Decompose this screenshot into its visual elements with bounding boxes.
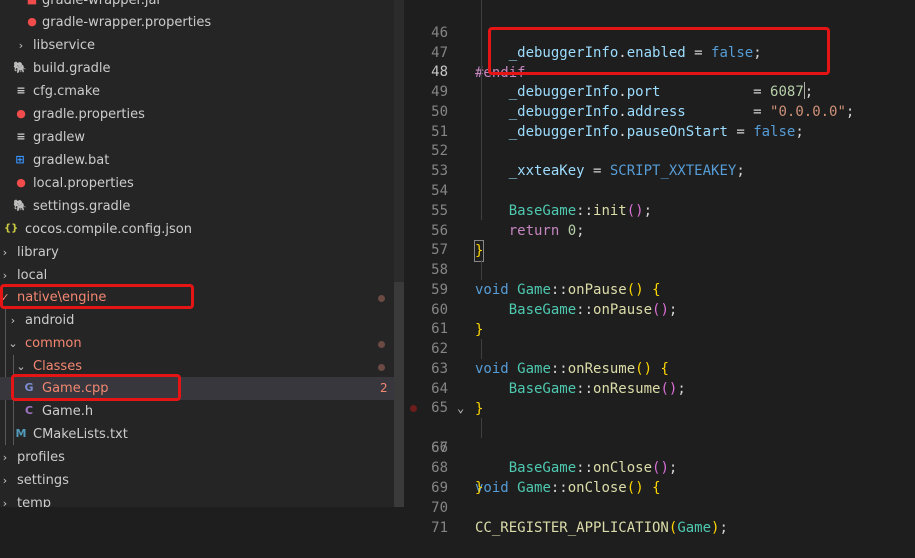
tree-item-local[interactable]: › local — [0, 264, 394, 287]
code-line: 71 — [431, 520, 448, 536]
fold-chevron-icon[interactable]: ⌄ — [457, 398, 464, 418]
code-editor[interactable]: 46 _debuggerInfo.enabled = false; 47 #en… — [404, 0, 915, 536]
indent-guide — [481, 418, 482, 438]
chevron-down-icon: ⌄ — [16, 360, 26, 373]
properties-file-icon: ● — [16, 176, 26, 189]
chevron-right-icon: › — [18, 39, 24, 52]
explorer-scrollbar[interactable] — [394, 0, 404, 507]
modified-dot — [378, 364, 385, 371]
properties-file-icon: ● — [27, 15, 37, 28]
tree-item-settings-gradle[interactable]: 🐘 settings.gradle — [0, 195, 394, 218]
chevron-down-icon: ✓ — [0, 291, 10, 304]
tree-item-gradle-wrapper-properties[interactable]: ● gradle-wrapper.properties — [0, 11, 394, 34]
problem-count-badge: 2 — [380, 381, 388, 395]
code-line: 65 — [431, 400, 448, 416]
tree-item-profiles[interactable]: › profiles — [0, 446, 394, 469]
code-line: 61 — [431, 321, 448, 337]
cmake-icon: M — [15, 427, 27, 440]
tree-item-gradle-properties[interactable]: ● gradle.properties — [0, 103, 394, 126]
tree-item-classes[interactable]: ⌄ Classes — [0, 355, 394, 378]
chevron-right-icon: › — [2, 497, 8, 507]
code-line: 69 — [431, 480, 448, 496]
properties-file-icon: ● — [16, 107, 26, 120]
tree-item-game-h[interactable]: C Game.h — [0, 400, 394, 423]
cpp-file-icon: G — [24, 381, 34, 394]
breakpoint-hint-icon[interactable] — [410, 405, 417, 412]
tree-item-settings[interactable]: › settings — [0, 469, 394, 492]
tree-item-local-properties[interactable]: ● local.properties — [0, 172, 394, 195]
json-icon: {} — [4, 223, 19, 234]
indent-guide — [481, 339, 482, 359]
ruby-file-icon: ■ — [25, 0, 39, 7]
code-line: 64 } — [431, 381, 484, 417]
modified-dot — [378, 341, 385, 348]
code-line: 58 void Game::onPause() { — [431, 262, 661, 298]
chevron-right-icon: › — [2, 246, 8, 259]
explorer-scrollbar-thumb[interactable] — [394, 282, 404, 507]
indent-guide — [481, 260, 482, 280]
code-line: 62 void Game::onResume() { — [431, 341, 669, 377]
code-line: 60 } — [431, 302, 484, 338]
chevron-down-icon: ⌄ — [8, 337, 18, 350]
lines-file-icon: ≡ — [16, 84, 26, 97]
chevron-right-icon: › — [2, 269, 8, 282]
tree-item-android[interactable]: › android — [0, 309, 394, 332]
tree-item-gradlew[interactable]: ≡ gradlew — [0, 126, 394, 149]
tree-item-build-gradle[interactable]: 🐘 build.gradle — [0, 57, 394, 80]
tree-item-game-cpp[interactable]: G Game.cpp 2 — [0, 377, 394, 400]
tree-item-cocos-compile-config[interactable]: {} cocos.compile.config.json — [0, 218, 394, 241]
tree-item-library[interactable]: › library — [0, 241, 394, 264]
tree-item-libservice[interactable]: › libservice — [0, 34, 394, 57]
tree-item-native-engine[interactable]: ✓ native\engine — [0, 286, 394, 309]
code-line: 66 ⌄ void Game::onClose() { — [404, 398, 915, 496]
lines-file-icon: ≡ — [16, 130, 26, 143]
explorer-sidebar: ■ gradle-wrapper.jar ● gradle-wrapper.pr… — [0, 0, 404, 507]
chevron-right-icon: › — [2, 474, 8, 487]
tree-item-temp[interactable]: › temp — [0, 492, 394, 507]
code-line: 70 CC_REGISTER_APPLICATION(Game); — [431, 500, 728, 536]
chevron-right-icon: › — [10, 314, 16, 327]
indent-guide — [481, 0, 482, 220]
tree-item-common[interactable]: ⌄ common — [0, 332, 394, 355]
c-header-icon: C — [24, 404, 34, 417]
code-line: 68 } — [431, 460, 484, 496]
gradle-elephant-icon: 🐘 — [13, 199, 27, 212]
chevron-right-icon: › — [2, 451, 8, 464]
code-line: 57 — [431, 242, 448, 258]
modified-dot — [378, 295, 385, 302]
windows-icon: ⊞ — [15, 153, 25, 166]
gradle-elephant-icon: 🐘 — [13, 61, 27, 74]
tree-item-gradlew-bat[interactable]: ⊞ gradlew.bat — [0, 149, 394, 172]
tree-item-cfg-cmake[interactable]: ≡ cfg.cmake — [0, 80, 394, 103]
tree-item-cmakelists[interactable]: M CMakeLists.txt — [0, 423, 394, 446]
